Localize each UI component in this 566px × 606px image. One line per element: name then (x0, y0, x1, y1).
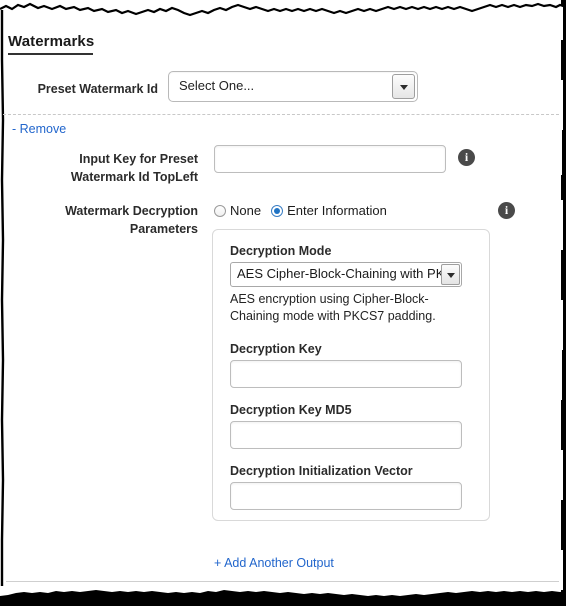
form-content: Watermarks Preset Watermark Id Select On… (0, 0, 566, 606)
decryption-mode-select[interactable]: AES Cipher-Block-Chaining with PKCS7 Pad… (230, 262, 462, 287)
label-decryption-key-md5: Decryption Key MD5 (230, 403, 352, 417)
label-watermark-decryption-parameters: Watermark Decryption Parameters (24, 202, 198, 238)
decryption-key-md5-input[interactable] (230, 421, 462, 449)
decryption-parameters-panel: Decryption Mode AES Cipher-Block-Chainin… (212, 229, 490, 521)
page-title-underline (8, 53, 93, 55)
torn-paper-page: Watermarks Preset Watermark Id Select On… (0, 0, 566, 606)
label-decryption-line2: Parameters (129, 222, 198, 236)
label-input-key-line1: Input Key for Preset (79, 152, 198, 166)
preset-watermark-id-select-value: Select One... (179, 78, 255, 93)
label-decryption-initialization-vector: Decryption Initialization Vector (230, 464, 413, 478)
radio-label-none: None (230, 203, 262, 218)
info-icon-decryption-parameters[interactable]: i (498, 202, 515, 219)
chevron-down-icon[interactable] (392, 74, 415, 99)
label-decryption-key: Decryption Key (230, 342, 322, 356)
label-input-key-for-preset-watermark: Input Key for Preset Watermark Id TopLef… (24, 150, 198, 186)
divider (3, 114, 559, 115)
radio-option-none[interactable]: None (214, 202, 261, 220)
decryption-key-input[interactable] (230, 360, 462, 388)
remove-link[interactable]: - Remove (12, 122, 66, 136)
add-another-output-link[interactable]: + Add Another Output (214, 556, 334, 570)
page-title: Watermarks (8, 33, 95, 50)
label-decryption-line1: Watermark Decryption (65, 204, 198, 218)
chevron-down-icon[interactable] (441, 264, 460, 285)
caret-glyph (446, 272, 455, 278)
input-key-field[interactable] (214, 145, 446, 173)
decryption-initialization-vector-input[interactable] (230, 482, 462, 510)
caret-glyph (399, 84, 408, 90)
radio-label-enter-information: Enter Information (287, 203, 387, 218)
radio-dot-enter-information (271, 205, 284, 217)
decryption-parameters-radio-group: None Enter Information (214, 202, 397, 220)
decryption-mode-description: AES encryption using Cipher-Block-Chaini… (230, 292, 436, 323)
preset-watermark-id-select[interactable]: Select One... (168, 71, 418, 102)
info-icon-input-key[interactable]: i (458, 149, 475, 166)
bottom-divider (6, 581, 559, 582)
decryption-mode-select-value: AES Cipher-Block-Chaining with PKCS7 Pad… (237, 266, 442, 281)
radio-option-enter-information[interactable]: Enter Information (271, 202, 387, 220)
label-decryption-mode: Decryption Mode (230, 244, 332, 258)
label-preset-watermark-id: Preset Watermark Id (37, 82, 158, 96)
radio-dot-none (214, 205, 226, 217)
label-input-key-line2: Watermark Id TopLeft (70, 170, 198, 184)
